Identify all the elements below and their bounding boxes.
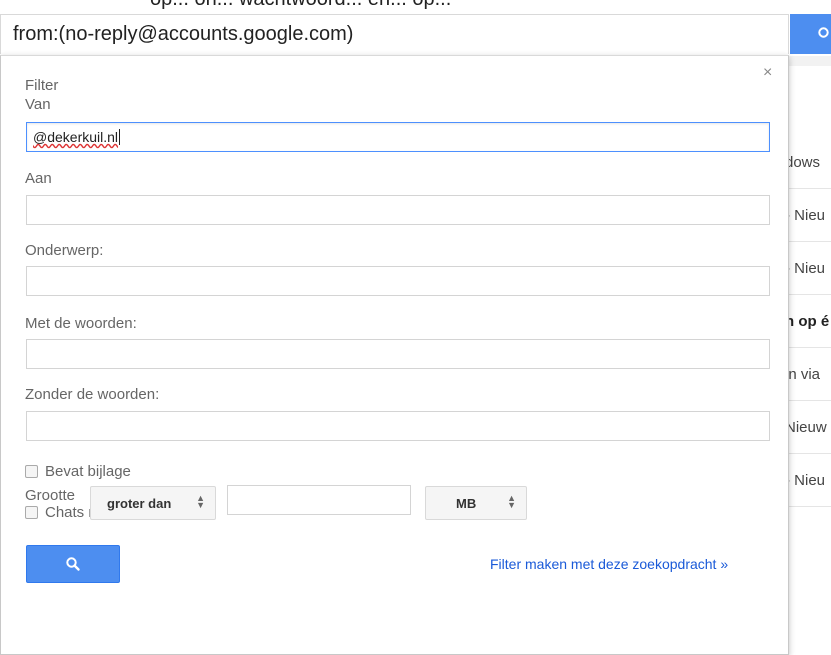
search-icon	[66, 557, 80, 571]
size-unit-select[interactable]: MB ▲ ▼	[425, 486, 527, 520]
select-arrows-icon: ▲ ▼	[507, 493, 516, 510]
background-list-item[interactable]: dows	[785, 136, 831, 189]
close-icon[interactable]: ×	[763, 64, 772, 82]
background-list-item-text: Nieuw	[785, 418, 827, 436]
to-label: Aan	[25, 170, 52, 187]
search-icon	[818, 27, 829, 38]
size-operator-value: groter dan	[107, 495, 172, 511]
background-list-item-text: in via	[785, 365, 821, 383]
background-search-button[interactable]	[790, 14, 831, 54]
background-list-item-text: n op é	[785, 312, 830, 330]
background-list-item[interactable]: - Nieu	[785, 454, 831, 507]
filter-panel: × Filter Van @dekerkuil.nl Aan Onderwerp…	[0, 55, 789, 655]
size-label: Grootte	[25, 487, 76, 504]
background-list-item[interactable]: - Nieu	[785, 189, 831, 242]
size-operator-select[interactable]: groter dan ▲ ▼	[90, 486, 216, 520]
has-words-label: Met de woorden:	[25, 315, 137, 332]
to-field[interactable]	[26, 195, 770, 225]
size-unit-value: MB	[456, 495, 477, 511]
filter-title: Filter	[25, 77, 59, 94]
from-field[interactable]: @dekerkuil.nl	[26, 122, 770, 152]
subject-field[interactable]	[26, 266, 770, 296]
has-attachment-option[interactable]: Bevat bijlage	[25, 463, 131, 480]
subject-label: Onderwerp:	[25, 242, 104, 259]
search-button[interactable]	[26, 545, 120, 583]
size-value-field[interactable]	[227, 485, 411, 515]
has-attachment-label: Bevat bijlage	[45, 463, 131, 480]
exclude-chats-checkbox[interactable]	[25, 506, 38, 519]
background-list-item[interactable]: in via	[785, 348, 831, 401]
background-list-item-text: - Nieu	[785, 259, 826, 277]
background-list-item-text: - Nieu	[785, 471, 826, 489]
text-cursor	[119, 129, 121, 145]
create-filter-link[interactable]: Filter maken met deze zoekopdracht »	[490, 556, 728, 572]
without-words-label: Zonder de woorden:	[25, 386, 160, 403]
from-field-value: @dekerkuil.nl	[33, 129, 119, 145]
select-arrows-icon: ▲ ▼	[196, 493, 205, 510]
background-list-item[interactable]: - Nieu	[785, 242, 831, 295]
background-list-item-text: dows	[785, 153, 821, 171]
from-label: Van	[25, 96, 51, 113]
background-list-item[interactable]: n op é	[785, 295, 831, 348]
without-words-field[interactable]	[26, 411, 770, 441]
background-list-item[interactable]: Nieuw	[785, 401, 831, 454]
has-words-field[interactable]	[26, 339, 770, 369]
search-input[interactable]: from:(no-reply@accounts.google.com)	[0, 14, 789, 54]
search-query: from:(no-reply@accounts.google.com)	[13, 23, 354, 45]
background-heading: op... on... wachtwoord... en... op...	[150, 0, 451, 11]
background-list-item-text: - Nieu	[785, 206, 826, 224]
background-toolbar	[785, 56, 831, 66]
has-attachment-checkbox[interactable]	[25, 465, 38, 478]
